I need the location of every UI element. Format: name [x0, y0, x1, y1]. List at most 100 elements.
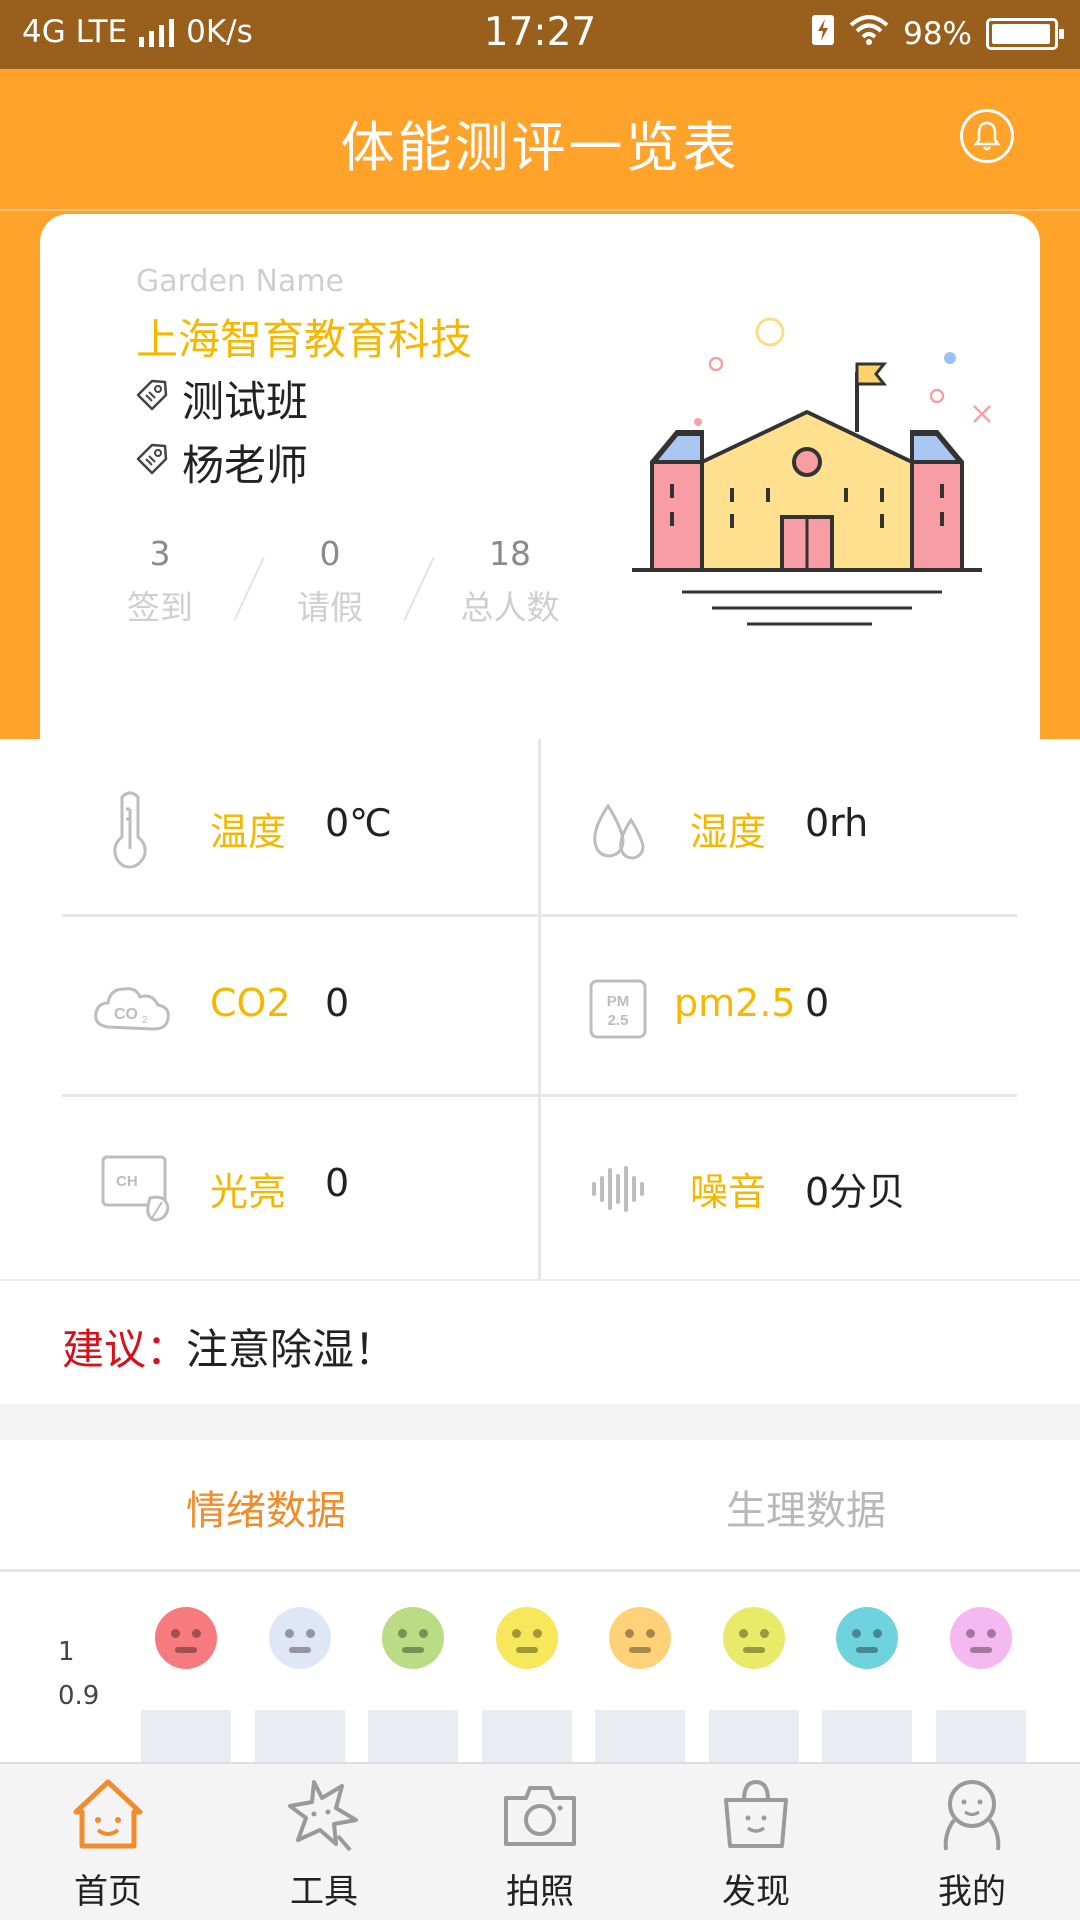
profile-icon — [932, 1774, 1012, 1854]
nav-discover[interactable]: 发现 — [648, 1764, 864, 1920]
emotion-face-surprised-icon — [495, 1607, 558, 1669]
page-title: 体能测评一览表 — [340, 116, 740, 179]
svg-text:CO: CO — [114, 1006, 138, 1023]
charging-icon — [811, 14, 835, 54]
sensor-name: 温度 — [210, 810, 287, 854]
advice-row: 建议： 注意除湿！ — [0, 1279, 1080, 1404]
stat-value: 18 — [489, 534, 531, 573]
emotion-face-angry-icon — [155, 1607, 217, 1669]
divider — [403, 556, 435, 622]
svg-text:2.5: 2.5 — [608, 1012, 629, 1029]
sensor-value: 0rh — [805, 801, 869, 845]
emotion-bar-neutral — [708, 1710, 799, 1763]
sensor-name: 湿度 — [690, 810, 767, 854]
nav-profile[interactable]: 我的 — [864, 1764, 1080, 1920]
nav-camera[interactable]: 拍照 — [432, 1764, 648, 1920]
humidity-icon — [578, 789, 658, 869]
tag-icon — [134, 438, 170, 487]
sensor-temperature: 温度 0℃ — [0, 739, 540, 919]
sensor-name: 光亮 — [210, 1170, 287, 1214]
nav-label: 工具 — [290, 1872, 358, 1912]
emotion-bar-sad — [254, 1710, 345, 1763]
tag-icon — [134, 374, 170, 423]
emotion-bar-shocked — [935, 1710, 1026, 1763]
battery-icon — [986, 18, 1064, 50]
emotion-face-crying-icon — [836, 1607, 898, 1669]
bell-icon[interactable] — [960, 109, 1014, 163]
bottom-nav: 首页 工具 拍照 发现 我的 — [0, 1762, 1080, 1920]
svg-text:CH: CH — [116, 1173, 138, 1190]
emotion-face-shocked-icon — [949, 1607, 1012, 1669]
emotion-bar-surprised — [481, 1710, 572, 1763]
teacher-row: 杨老师 — [134, 432, 308, 493]
y-tick-label: 1 — [58, 1637, 75, 1667]
sensor-value: 0 — [805, 981, 830, 1025]
nav-tools[interactable]: 工具 — [216, 1764, 432, 1920]
status-right: 98% — [811, 14, 1064, 54]
svg-text:PM: PM — [607, 993, 630, 1010]
emotion-bar-dizzy — [368, 1710, 458, 1763]
garden-card: Garden Name 上海智育教育科技 测试班 杨老师 3 签到 0 请假 1… — [40, 214, 1040, 744]
sensor-name: pm2.5 — [674, 981, 796, 1025]
stat-checkin: 3 签到 — [100, 534, 220, 629]
thermometer-icon — [90, 789, 170, 869]
sensor-value: 0℃ — [325, 801, 392, 845]
garden-label: Garden Name — [136, 264, 344, 299]
sensor-name: 噪音 — [690, 1170, 767, 1214]
sensor-grid: 温度 0℃ 湿度 0rh CO 2 CO2 0 PM 2.5 pm2.5 0 CH … — [0, 739, 1080, 1279]
sensor-name: CO2 — [210, 981, 291, 1025]
sensor-value: 0分贝 — [805, 1170, 906, 1214]
tools-icon — [284, 1774, 364, 1854]
advice-text: 注意除湿！ — [186, 1325, 397, 1374]
emotion-bar-angry — [141, 1710, 231, 1763]
sensor-noise: 噪音 0分贝 — [540, 1099, 1080, 1279]
emotion-bar-crying — [822, 1710, 912, 1763]
sensor-light: CH 光亮 0 — [0, 1099, 540, 1279]
school-illustration — [632, 312, 992, 656]
noise-icon — [578, 1149, 658, 1229]
data-tabs: 情绪数据 生理数据 — [0, 1440, 1080, 1572]
camera-icon — [500, 1774, 580, 1854]
emotion-face-sad-icon — [268, 1607, 331, 1669]
stat-label: 总人数 — [460, 588, 560, 627]
wifi-icon — [849, 15, 889, 53]
stat-label: 签到 — [127, 588, 193, 627]
nav-label: 首页 — [74, 1872, 142, 1912]
sensor-value: 0 — [325, 1161, 350, 1205]
battery-percent: 98% — [903, 16, 972, 52]
nav-label: 拍照 — [506, 1872, 574, 1912]
nav-label: 我的 — [938, 1872, 1006, 1912]
section-gap — [0, 1404, 1080, 1440]
light-icon: CH — [96, 1149, 176, 1229]
sensor-co2: CO 2 CO2 0 — [0, 919, 540, 1099]
class-row: 测试班 — [134, 368, 308, 429]
nav-home[interactable]: 首页 — [0, 1764, 216, 1920]
home-icon — [68, 1774, 148, 1854]
stat-value: 0 — [319, 534, 341, 573]
sensor-value: 0 — [325, 981, 350, 1025]
sensor-humidity: 湿度 0rh — [540, 739, 1080, 919]
divider — [233, 556, 265, 622]
emotion-face-dizzy-icon — [382, 1607, 444, 1669]
nav-label: 发现 — [722, 1872, 790, 1912]
stat-value: 3 — [149, 534, 171, 573]
co2-icon: CO 2 — [92, 969, 172, 1049]
stat-label: 请假 — [297, 588, 363, 627]
svg-text:2: 2 — [142, 1015, 148, 1026]
emotion-face-happy-icon — [609, 1607, 671, 1669]
app-header: 体能测评一览表 — [0, 69, 1080, 209]
advice-label: 建议： — [62, 1325, 189, 1374]
class-name: 测试班 — [182, 377, 309, 426]
y-tick-label: 0.9 — [58, 1681, 100, 1711]
status-bar: 4G LTE 0K/s 17:27 98% — [0, 0, 1080, 69]
emotion-bar-happy — [595, 1710, 685, 1763]
pm25-icon: PM 2.5 — [578, 969, 658, 1049]
emotion-chart: 1 0.9 — [0, 1575, 1080, 1763]
stat-leave: 0 请假 — [270, 534, 390, 629]
attendance-stats: 3 签到 0 请假 18 总人数 — [100, 534, 570, 644]
sensor-pm25: PM 2.5 pm2.5 0 — [540, 919, 1080, 1099]
emotion-face-neutral-icon — [722, 1607, 785, 1669]
tab-physiological-data[interactable]: 生理数据 — [726, 1478, 886, 1536]
tab-emotion-data[interactable]: 情绪数据 — [186, 1478, 346, 1536]
garden-name: 上海智育教育科技 — [136, 315, 473, 364]
